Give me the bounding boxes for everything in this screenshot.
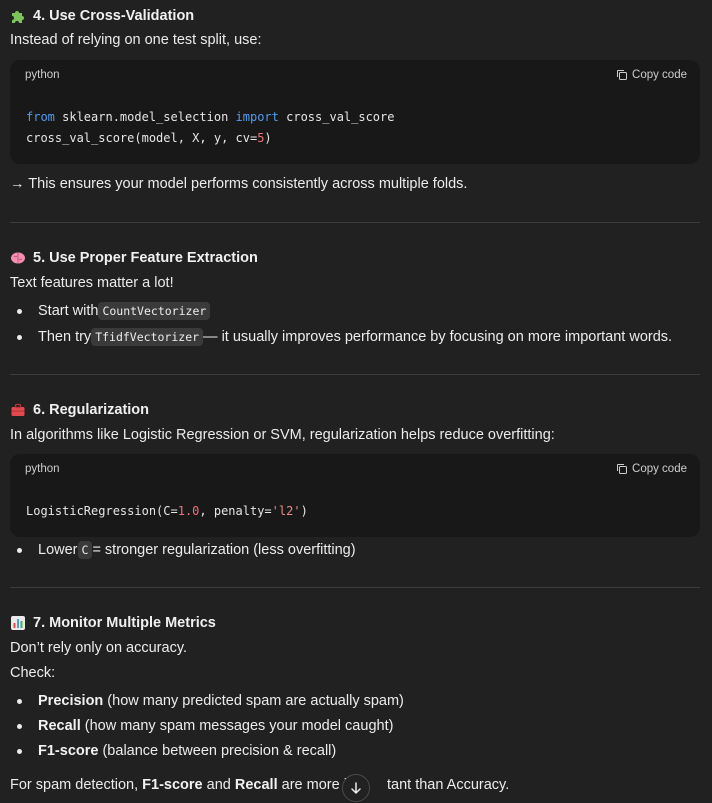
bullet-dot bbox=[17, 698, 22, 704]
copy-icon bbox=[617, 464, 628, 474]
list-item-text: (how many predicted spam are actually sp… bbox=[103, 693, 404, 709]
section-5-intro: Text features matter a lot! bbox=[10, 275, 174, 291]
text: tant than Accuracy. bbox=[387, 777, 510, 793]
toolbox-icon bbox=[10, 402, 26, 418]
list-item-text: — it usually improves performance by foc… bbox=[203, 329, 673, 345]
list-item: Start with CountVectorizer bbox=[10, 302, 211, 320]
list-item-text: = stronger regularization (less overfitt… bbox=[92, 542, 356, 558]
copy-icon bbox=[617, 70, 628, 80]
list-item: F1-score (balance between precision & re… bbox=[10, 743, 336, 759]
code-block-regularization: python Copy code LogisticRegression(C=1.… bbox=[10, 454, 700, 537]
section-6-intro: In algorithms like Logistic Regression o… bbox=[10, 427, 555, 443]
code-block-cross-val: python Copy code from sklearn.model_sele… bbox=[10, 60, 700, 164]
inline-code: TfidfVectorizer bbox=[91, 328, 204, 346]
divider bbox=[10, 222, 700, 223]
inline-code: C bbox=[77, 541, 93, 559]
copy-code-label: Copy code bbox=[632, 463, 687, 475]
arrow-down-icon bbox=[351, 782, 361, 794]
section-5-title: 5. Use Proper Feature Extraction bbox=[33, 250, 258, 266]
metric-name: F1-score bbox=[38, 743, 99, 759]
section-6-title: 6. Regularization bbox=[33, 402, 150, 418]
code-line-1: LogisticRegression(C=1.0, penalty='l2') bbox=[26, 504, 308, 518]
code-text: sklearn.model_selection bbox=[54, 110, 236, 124]
section-4-title: 4. Use Cross-Validation bbox=[33, 8, 195, 24]
copy-code-button[interactable]: Copy code bbox=[616, 69, 687, 81]
code-number: 1.0 bbox=[177, 504, 200, 518]
code-keyword: from bbox=[26, 110, 55, 124]
code-line-2: cross_val_score(model, X, y, cv=5) bbox=[26, 131, 272, 145]
copy-code-label: Copy code bbox=[632, 69, 687, 81]
list-item-text: Lower bbox=[38, 542, 78, 558]
inline-code: CountVectorizer bbox=[98, 302, 211, 320]
text: For spam detection, bbox=[10, 777, 143, 793]
bar-chart-icon bbox=[10, 615, 26, 631]
divider bbox=[10, 587, 700, 588]
section-7-check: Check: bbox=[10, 665, 56, 681]
section-5-heading: 5. Use Proper Feature Extraction bbox=[10, 250, 258, 266]
list-item-text: Then try bbox=[38, 329, 92, 345]
scroll-to-bottom-button[interactable] bbox=[342, 774, 370, 802]
brain-icon bbox=[10, 250, 26, 266]
bullet-dot bbox=[17, 334, 22, 340]
section-4-note: → This ensures your model performs consi… bbox=[10, 176, 468, 192]
code-text: ) bbox=[264, 131, 272, 145]
list-item: Precision (how many predicted spam are a… bbox=[10, 693, 404, 709]
code-keyword: import bbox=[235, 110, 279, 124]
list-item-text: (balance between precision & recall) bbox=[98, 743, 337, 759]
list-item: Lower C = stronger regularization (less … bbox=[10, 541, 356, 559]
section-6-heading: 6. Regularization bbox=[10, 402, 149, 418]
section-7-heading: 7. Monitor Multiple Metrics bbox=[10, 615, 216, 631]
text: and bbox=[202, 777, 235, 793]
bullet-dot bbox=[17, 723, 22, 729]
metric-name: F1-score bbox=[142, 777, 203, 793]
chat-response: 4. Use Cross-Validation Instead of relyi… bbox=[0, 0, 712, 803]
code-string: 'l2' bbox=[271, 504, 301, 518]
section-4-intro: Instead of relying on one test split, us… bbox=[10, 32, 262, 48]
code-text: cross_val_score bbox=[278, 110, 395, 124]
list-item: Then try TfidfVectorizer — it usually im… bbox=[10, 328, 672, 346]
code-text: cross_val_score(model, X, y, cv= bbox=[26, 131, 258, 145]
metric-name: Recall bbox=[38, 718, 81, 734]
bullet-dot bbox=[17, 748, 22, 754]
copy-code-button[interactable]: Copy code bbox=[616, 463, 687, 475]
section-7-title: 7. Monitor Multiple Metrics bbox=[33, 615, 216, 631]
section-7-intro: Don’t rely only on accuracy. bbox=[10, 640, 188, 656]
metric-name: Precision bbox=[38, 693, 104, 709]
code-language-label: python bbox=[25, 69, 60, 81]
divider bbox=[10, 374, 700, 375]
bullet-dot bbox=[17, 547, 22, 553]
code-text: , penalty= bbox=[199, 504, 272, 518]
section-4-heading: 4. Use Cross-Validation bbox=[10, 8, 194, 24]
code-language-label: python bbox=[25, 463, 60, 475]
section-7-conclusion: For spam detection, F1-score and Recall … bbox=[10, 777, 509, 793]
puzzle-icon bbox=[10, 8, 26, 24]
code-text: LogisticRegression(C= bbox=[26, 504, 178, 518]
list-item-text: Start with bbox=[38, 303, 99, 319]
code-line-1: from sklearn.model_selection import cros… bbox=[26, 110, 394, 124]
list-item-text: (how many spam messages your model caugh… bbox=[80, 718, 394, 734]
bullet-dot bbox=[17, 308, 22, 314]
code-text: ) bbox=[300, 504, 308, 518]
list-item: Recall (how many spam messages your mode… bbox=[10, 718, 393, 734]
metric-name: Recall bbox=[234, 777, 278, 793]
